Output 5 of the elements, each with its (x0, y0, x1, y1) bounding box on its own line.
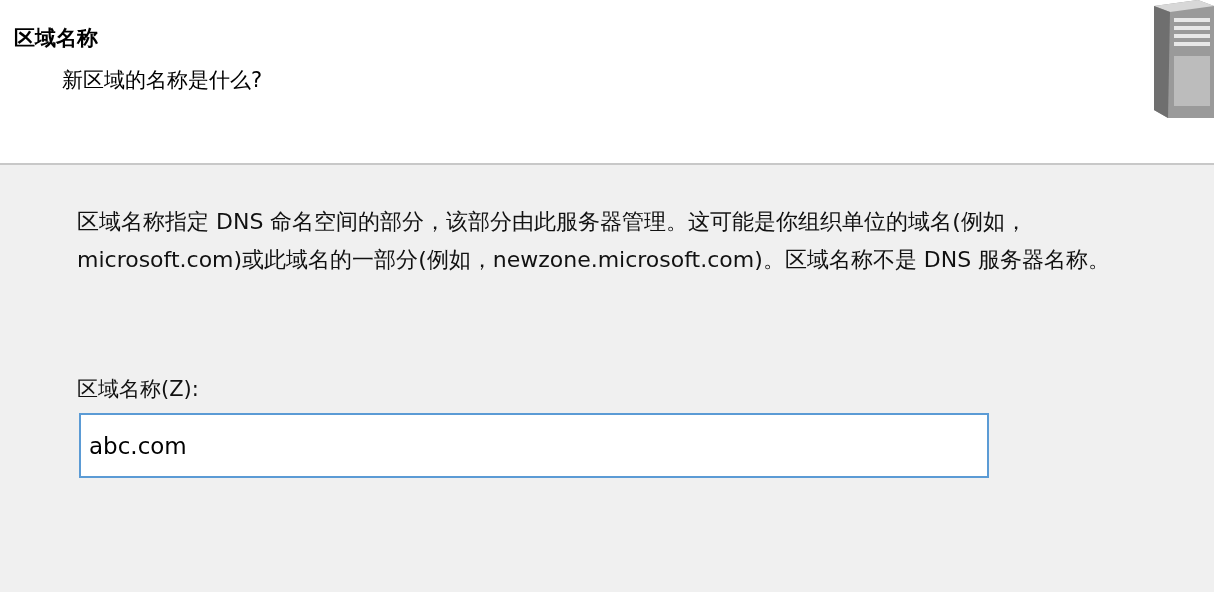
description-text: 区域名称指定 DNS 命名空间的部分，该部分由此服务器管理。这可能是你组织单位的域名(例如，microsoft.com)或此域名的一部分(例如，newzone.microsoft.com)。区域名称不是 DNS 服务器名称。 (77, 208, 1112, 274)
zone-name-field[interactable]: abc.com (79, 413, 989, 478)
field-label: 区域名称(Z): (77, 376, 199, 403)
page-subtitle: 新区域的名称是什么? (62, 67, 263, 94)
page-title: 区域名称 (14, 25, 98, 52)
